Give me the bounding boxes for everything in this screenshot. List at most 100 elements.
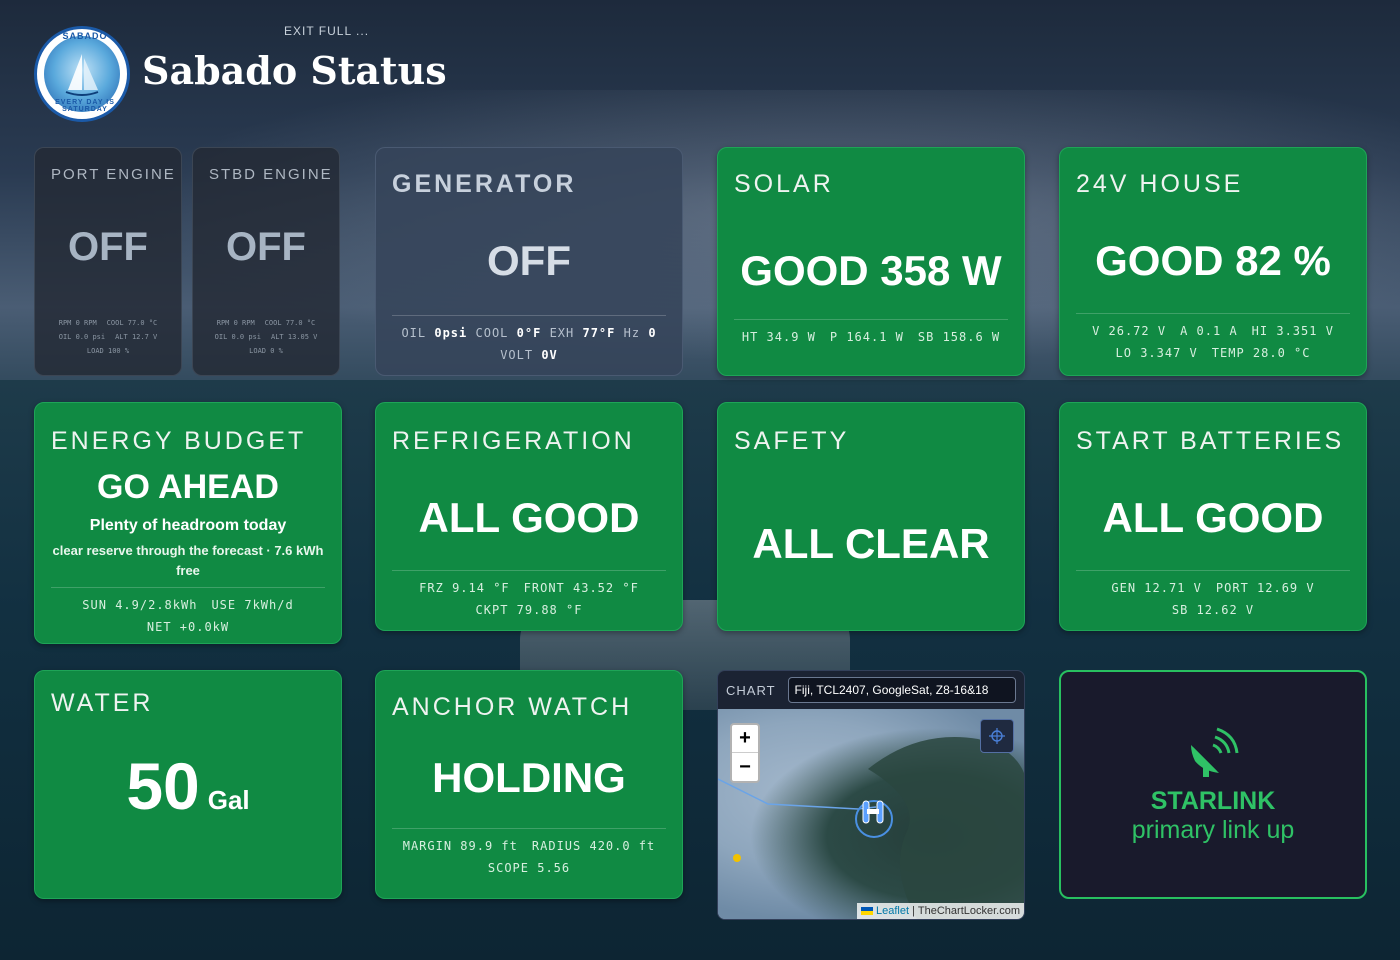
- gen-hz-key: Hz: [623, 326, 641, 340]
- port-engine-details: RPM 0 RPM COOL 77.0 °C OIL 0.0 psi ALT 12.…: [59, 316, 158, 358]
- leaflet-link[interactable]: Leaflet: [876, 905, 909, 917]
- energy-note: clear reserve through the forecast · 7.6…: [52, 543, 324, 578]
- house-label: 24V HOUSE: [1076, 170, 1244, 198]
- anchor-details: MARGIN 89.9 ft RADIUS 420.0 ft SCOPE 5.56: [403, 835, 656, 879]
- house-hi: HI 3.351 V: [1251, 324, 1334, 338]
- gen-cool-key: COOL: [475, 326, 509, 340]
- start-batteries-divider: [1076, 570, 1350, 571]
- safety-value: ALL CLEAR: [752, 520, 990, 567]
- energy-details: SUN 4.9/2.8kWh USE 7kWh/d NET +0.0kW: [82, 594, 293, 638]
- start-batteries-label: START BATTERIES: [1076, 427, 1345, 455]
- stbd-alt: ALT 13.05 V: [271, 333, 318, 341]
- port-cool: COOL 77.0 °C: [106, 319, 158, 327]
- energy-use: USE 7kWh/d: [211, 598, 294, 612]
- start-batteries-details: GEN 12.71 V PORT 12.69 V SB 12.62 V: [1111, 577, 1314, 621]
- zoom-controls: + −: [730, 723, 760, 783]
- water-reading: 50 Gal: [126, 748, 249, 824]
- start-batteries-value: ALL GOOD: [1102, 494, 1324, 541]
- anchor-divider: [392, 828, 666, 829]
- house-v: V 26.72 V: [1092, 324, 1167, 338]
- page-title: Sabado Status: [142, 48, 447, 93]
- energy-label: ENERGY BUDGET: [51, 427, 307, 455]
- solar-card[interactable]: SOLAR GOOD 358 W HT 34.9 W P 164.1 W SB 15…: [717, 147, 1025, 376]
- solar-divider: [734, 319, 1008, 320]
- satellite-dish-icon: [1191, 727, 1239, 777]
- attribution-separator: |: [912, 905, 915, 917]
- stbd-cool: COOL 77.0 °C: [264, 319, 316, 327]
- anchor-margin: MARGIN 89.9 ft: [402, 839, 518, 853]
- anchor-watch-card[interactable]: ANCHOR WATCH HOLDING MARGIN 89.9 ft RADIU…: [375, 670, 683, 899]
- generator-card[interactable]: GENERATOR OFF OIL 0psi COOL 0°F EXH 77°F…: [375, 147, 683, 376]
- logo-top-text: SABADO: [62, 31, 108, 41]
- house-temp: TEMP 28.0 °C: [1211, 346, 1311, 360]
- gen-exh-value: 77°F: [582, 326, 616, 340]
- starlink-name: STARLINK: [1150, 786, 1276, 815]
- logo-bottom-text: EVERY DAY IS SATURDAY: [55, 99, 115, 113]
- starlink-card[interactable]: STARLINK primary link up: [1059, 670, 1367, 899]
- crosshair-icon: [989, 728, 1005, 744]
- port-engine-label: PORT ENGINE: [51, 166, 176, 183]
- solar-p: P 164.1 W: [829, 330, 904, 344]
- energy-subtitle: Plenty of headroom today: [89, 517, 287, 534]
- energy-budget-card[interactable]: ENERGY BUDGET GO AHEAD Plenty of headroo…: [34, 402, 342, 644]
- start-sb: SB 12.62 V: [1171, 603, 1255, 617]
- stbd-oil: OIL 0.0 psi: [214, 333, 261, 341]
- solar-value: GOOD 358 W: [740, 247, 1002, 294]
- chart-header: CHART Fiji, TCL2407, GoogleSat, Z8-16&18: [718, 671, 1024, 709]
- gen-oil-value: 0psi: [434, 326, 468, 340]
- zoom-in-button[interactable]: +: [732, 725, 758, 753]
- zoom-out-button[interactable]: −: [732, 753, 758, 781]
- chart-map[interactable]: [718, 709, 1024, 919]
- port-engine-value: OFF: [68, 225, 148, 269]
- house-lo: LO 3.347 V: [1115, 346, 1198, 360]
- gen-cool-value: 0°F: [516, 326, 542, 340]
- energy-divider: [51, 587, 325, 588]
- anchor-radius: RADIUS 420.0 ft: [531, 839, 656, 853]
- port-load: LOAD 100 %: [86, 347, 130, 355]
- anchor-scope: SCOPE 5.56: [487, 861, 571, 875]
- locate-button[interactable]: [980, 719, 1014, 753]
- refrigeration-divider: [392, 570, 666, 571]
- chart-source-select[interactable]: Fiji, TCL2407, GoogleSat, Z8-16&18: [787, 677, 1016, 703]
- start-batteries-card[interactable]: START BATTERIES ALL GOOD GEN 12.71 V PORT…: [1059, 402, 1367, 631]
- stbd-engine-details: RPM 0 RPM COOL 77.0 °C OIL 0.0 psi ALT 13.…: [215, 316, 318, 358]
- solar-ht: HT 34.9 W: [741, 330, 816, 344]
- gen-volt-value: 0V: [541, 348, 558, 362]
- map-attribution: Leaflet | TheChartLocker.com: [857, 903, 1024, 919]
- water-unit: Gal: [207, 785, 250, 815]
- house-battery-card[interactable]: 24V HOUSE GOOD 82 % V 26.72 V A 0.1 A HI 3…: [1059, 147, 1367, 376]
- anchor-value: HOLDING: [432, 754, 626, 801]
- refrigeration-value: ALL GOOD: [418, 494, 640, 541]
- safety-label: SAFETY: [734, 427, 850, 455]
- refrigeration-details: FRZ 9.14 °F FRONT 43.52 °F CKPT 79.88 °F: [419, 577, 639, 621]
- energy-sun: SUN 4.9/2.8kWh: [82, 598, 198, 612]
- refrigeration-card[interactable]: REFRIGERATION ALL GOOD FRZ 9.14 °F FRONT …: [375, 402, 683, 631]
- port-oil: OIL 0.0 psi: [58, 333, 106, 341]
- energy-net: NET +0.0kW: [146, 620, 230, 634]
- generator-divider: [392, 315, 666, 316]
- port-engine-card[interactable]: PORT ENGINE OFF RPM 0 RPM COOL 77.0 °C OI…: [34, 147, 182, 376]
- house-value: GOOD 82 %: [1095, 237, 1331, 284]
- solar-details: HT 34.9 W P 164.1 W SB 158.6 W: [742, 326, 1000, 348]
- anchor-label: ANCHOR WATCH: [392, 693, 633, 721]
- water-card[interactable]: WATER 50 Gal: [34, 670, 342, 899]
- house-divider: [1076, 313, 1350, 314]
- track-line: [718, 778, 877, 810]
- stbd-engine-card[interactable]: STBD ENGINE OFF RPM 0 RPM COOL 77.0 °C OI…: [192, 147, 340, 376]
- port-alt: ALT 12.7 V: [115, 333, 158, 341]
- map-landmass: [868, 737, 1024, 919]
- stbd-load: LOAD 0 %: [249, 347, 283, 355]
- energy-value: GO AHEAD: [97, 468, 279, 506]
- start-port: PORT 12.69 V: [1215, 581, 1315, 595]
- generator-details: OIL 0psi COOL 0°F EXH 77°F Hz 0 VOLT 0V: [401, 322, 656, 366]
- sabado-logo: SABADO EVERY DAY IS SATURDAY: [34, 26, 130, 122]
- water-label: WATER: [51, 689, 154, 717]
- anchor-circle: [855, 800, 893, 838]
- stbd-rpm: RPM 0 RPM: [216, 319, 255, 327]
- safety-card[interactable]: SAFETY ALL CLEAR: [717, 402, 1025, 631]
- exit-fullscreen-button[interactable]: EXIT FULL ...: [284, 24, 369, 38]
- vessel-icon: [862, 800, 884, 824]
- gen-hz-value: 0: [648, 326, 657, 340]
- chart-source-attribution: TheChartLocker.com: [917, 905, 1020, 917]
- generator-value: OFF: [487, 237, 571, 284]
